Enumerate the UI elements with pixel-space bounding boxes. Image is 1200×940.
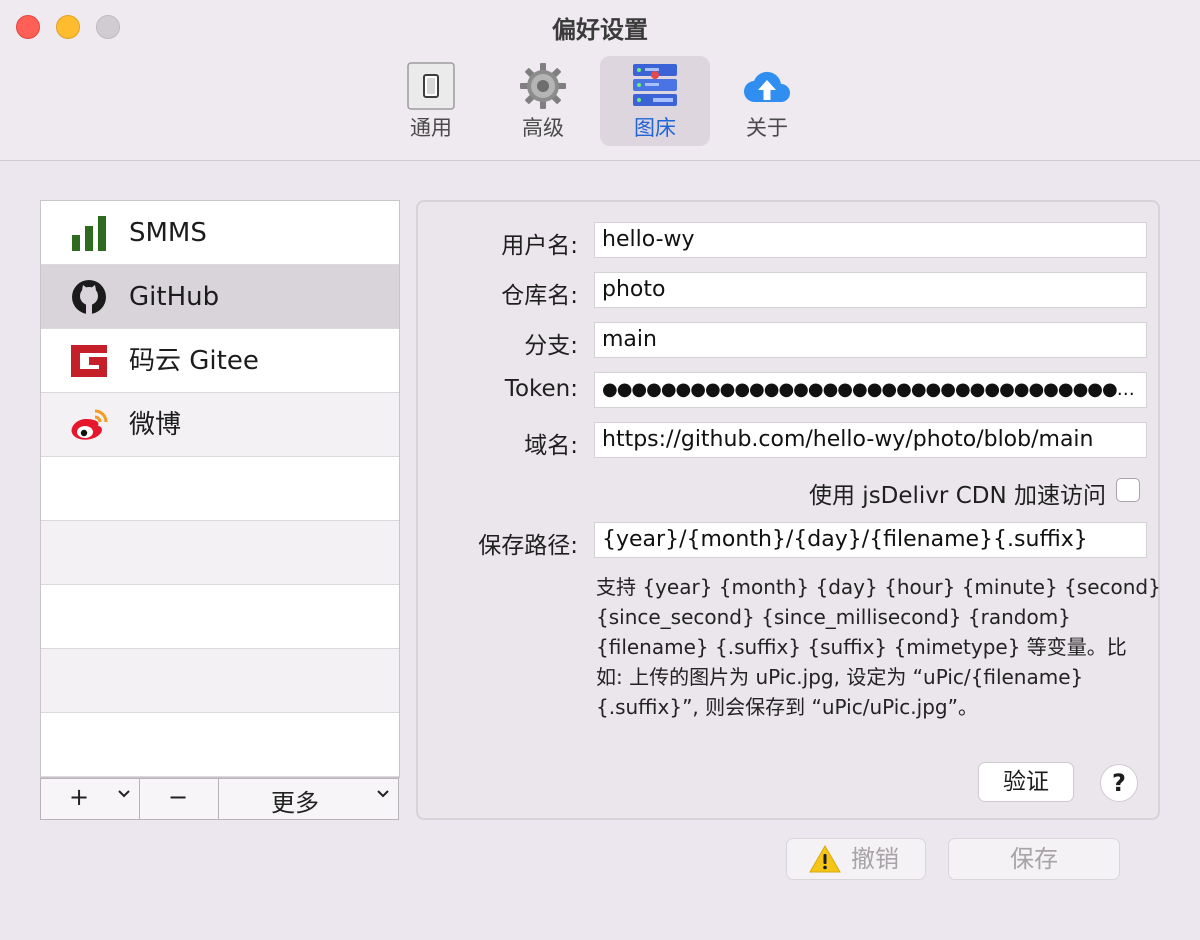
title-bar: 偏好设置 通用 高级 图床 关于 (0, 0, 1200, 161)
window-title: 偏好设置 (552, 16, 648, 44)
username-label: 用户名: (501, 233, 578, 259)
signal-bars-icon (72, 216, 106, 251)
host-item-label: SMMS (129, 218, 207, 248)
repo-field[interactable]: photo (594, 272, 1147, 308)
host-item-github[interactable]: GitHub (41, 265, 399, 329)
cdn-checkbox[interactable] (1116, 478, 1140, 502)
github-settings-panel: 用户名: hello-wy 仓库名: photo 分支: main Token:… (416, 200, 1161, 820)
host-list-empty-row (41, 585, 399, 649)
server-icon (633, 64, 677, 106)
chevron-down-icon (118, 790, 130, 798)
undo-button[interactable]: 撤销 (786, 838, 926, 880)
help-line: {filename} {.suffix} {suffix} {mimetype}… (596, 635, 1127, 659)
help-line: {.suffix}”, 则会保存到 “uPic/uPic.jpg”。 (596, 695, 978, 719)
add-host-button[interactable]: + (40, 778, 140, 820)
remove-host-button[interactable]: − (139, 778, 219, 820)
warning-icon (809, 845, 841, 873)
host-item-gitee[interactable]: 码云 Gitee (41, 329, 399, 393)
host-item-label: GitHub (129, 282, 220, 312)
branch-field[interactable]: main (594, 322, 1147, 358)
undo-label: 撤销 (851, 845, 899, 873)
help-line: {since_second} {since_millisecond} {rand… (596, 605, 1071, 629)
domain-label: 域名: (524, 433, 578, 459)
help-line: 支持 {year} {month} {day} {hour} {minute} … (596, 575, 1161, 599)
preferences-window: 偏好设置 通用 高级 图床 关于 SMMS GitHub 码云 Gitee 微博… (0, 0, 1200, 940)
tab-image-host[interactable]: 图床 (600, 56, 710, 146)
preferences-toolbar: 通用 高级 图床 关于 (376, 56, 822, 146)
host-list-empty-row (41, 713, 399, 777)
domain-field[interactable]: https://github.com/hello-wy/photo/blob/m… (594, 422, 1147, 458)
username-field[interactable]: hello-wy (594, 222, 1147, 258)
save-path-field[interactable]: {year}/{month}/{day}/{filename}{.suffix} (594, 522, 1147, 558)
branch-label: 分支: (524, 333, 578, 359)
remove-host-label: − (168, 783, 189, 811)
add-host-label: + (69, 783, 90, 811)
save-button[interactable]: 保存 (948, 838, 1120, 880)
tab-advanced-label: 高级 (522, 116, 564, 140)
host-list-empty-row (41, 457, 399, 521)
repo-label: 仓库名: (501, 283, 578, 309)
help-button[interactable]: ? (1100, 764, 1138, 802)
host-item-weibo[interactable]: 微博 (41, 393, 399, 457)
host-item-smms[interactable]: SMMS (41, 201, 399, 265)
host-list: SMMS GitHub 码云 Gitee 微博 (40, 200, 400, 778)
verify-button[interactable]: 验证 (978, 762, 1074, 802)
more-menu-button[interactable]: 更多 (218, 778, 399, 820)
tab-general-label: 通用 (410, 116, 452, 140)
more-menu-label: 更多 (271, 789, 319, 817)
host-list-empty-row (41, 649, 399, 713)
tab-about-label: 关于 (746, 116, 788, 140)
tab-image-host-label: 图床 (634, 116, 676, 140)
host-item-label: 微博 (129, 410, 182, 440)
host-list-empty-row (41, 521, 399, 585)
help-line: 如: 上传的图片为 uPic.jpg, 设定为 “uPic/{filename} (596, 665, 1084, 689)
cdn-checkbox-label: 使用 jsDelivr CDN 加速访问 (809, 483, 1106, 509)
save-path-help: 支持 {year} {month} {day} {hour} {minute} … (596, 572, 1161, 722)
token-label: Token: (504, 376, 578, 402)
tab-advanced[interactable]: 高级 (488, 56, 598, 146)
tab-about[interactable]: 关于 (712, 56, 822, 146)
cloud-upload-icon (743, 71, 790, 103)
gear-icon (520, 63, 566, 109)
switch-icon (407, 62, 455, 110)
host-item-label: 码云 Gitee (129, 346, 259, 376)
save-path-label: 保存路径: (478, 533, 578, 559)
host-list-toolbar: + − 更多 (40, 778, 400, 820)
weibo-icon (71, 409, 108, 440)
token-field[interactable]: ●●●●●●●●●●●●●●●●●●●●●●●●●●●●●●●●●●●●●●●● (594, 372, 1147, 408)
tab-general[interactable]: 通用 (376, 56, 486, 146)
github-icon (72, 280, 106, 314)
gitee-icon (71, 345, 107, 377)
chevron-down-icon (377, 790, 389, 798)
